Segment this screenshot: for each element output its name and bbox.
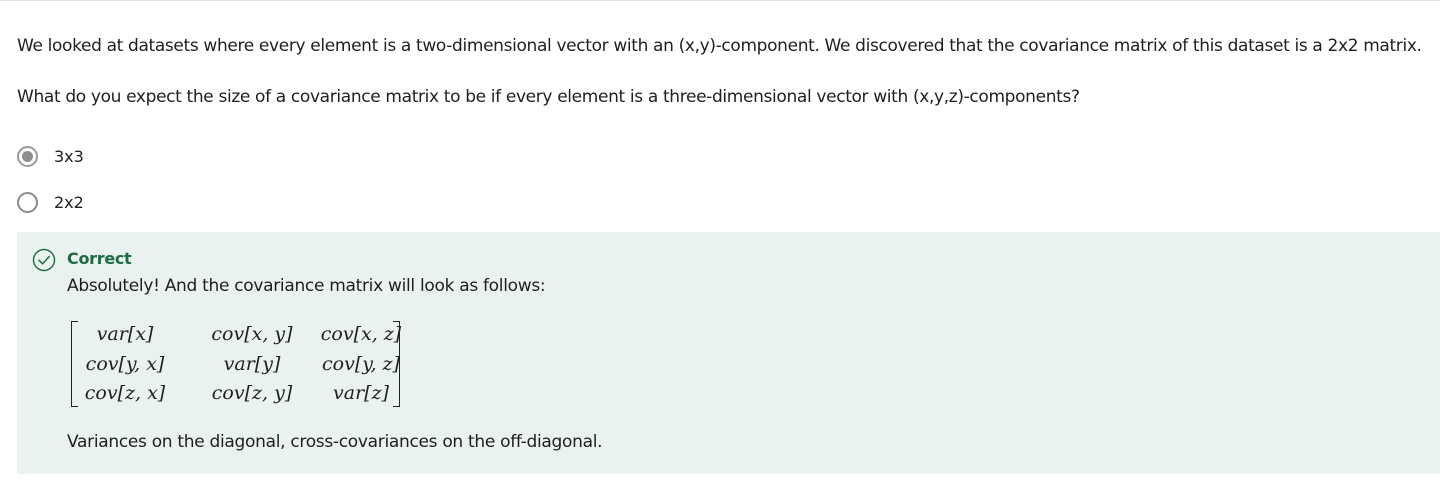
quiz-page: We looked at datasets where every elemen…	[0, 0, 1440, 497]
question-prompt: What do you expect the size of a covaria…	[17, 87, 1080, 107]
matrix-cell: cov[y, x]	[85, 353, 165, 375]
option-label: 2x2	[54, 192, 84, 212]
question-intro: We looked at datasets where every elemen…	[17, 36, 1422, 56]
matrix-cell: cov[z, x]	[84, 382, 166, 404]
matrix-cell: var[y]	[223, 353, 281, 375]
matrix-cell: var[z]	[333, 382, 389, 404]
matrix-cell: var[x]	[96, 323, 154, 345]
radio-dot	[22, 150, 33, 162]
matrix-cell: cov[z, y]	[211, 382, 293, 404]
option-3x3[interactable]: 3x3	[17, 143, 84, 169]
feedback-footer: Variances on the diagonal, cross-covaria…	[67, 432, 603, 452]
radio-checked-icon[interactable]	[17, 145, 38, 167]
matrix-cell: cov[y, z]	[322, 353, 400, 375]
feedback-panel: Correct Absolutely! And the covariance m…	[17, 232, 1440, 474]
radio-unchecked-icon[interactable]	[17, 191, 38, 213]
option-label: 3x3	[54, 146, 84, 166]
matrix-cell: cov[x, y]	[211, 323, 293, 345]
feedback-message: Absolutely! And the covariance matrix wi…	[67, 276, 546, 296]
feedback-status: Correct	[67, 249, 132, 268]
check-circle-icon	[32, 248, 56, 272]
covariance-matrix: var[x] cov[x, y] cov[x, z] cov[y, x] var…	[67, 319, 402, 411]
matrix-left-bracket	[71, 321, 78, 407]
option-2x2[interactable]: 2x2	[17, 189, 84, 215]
matrix-cell: cov[x, z]	[320, 323, 402, 345]
